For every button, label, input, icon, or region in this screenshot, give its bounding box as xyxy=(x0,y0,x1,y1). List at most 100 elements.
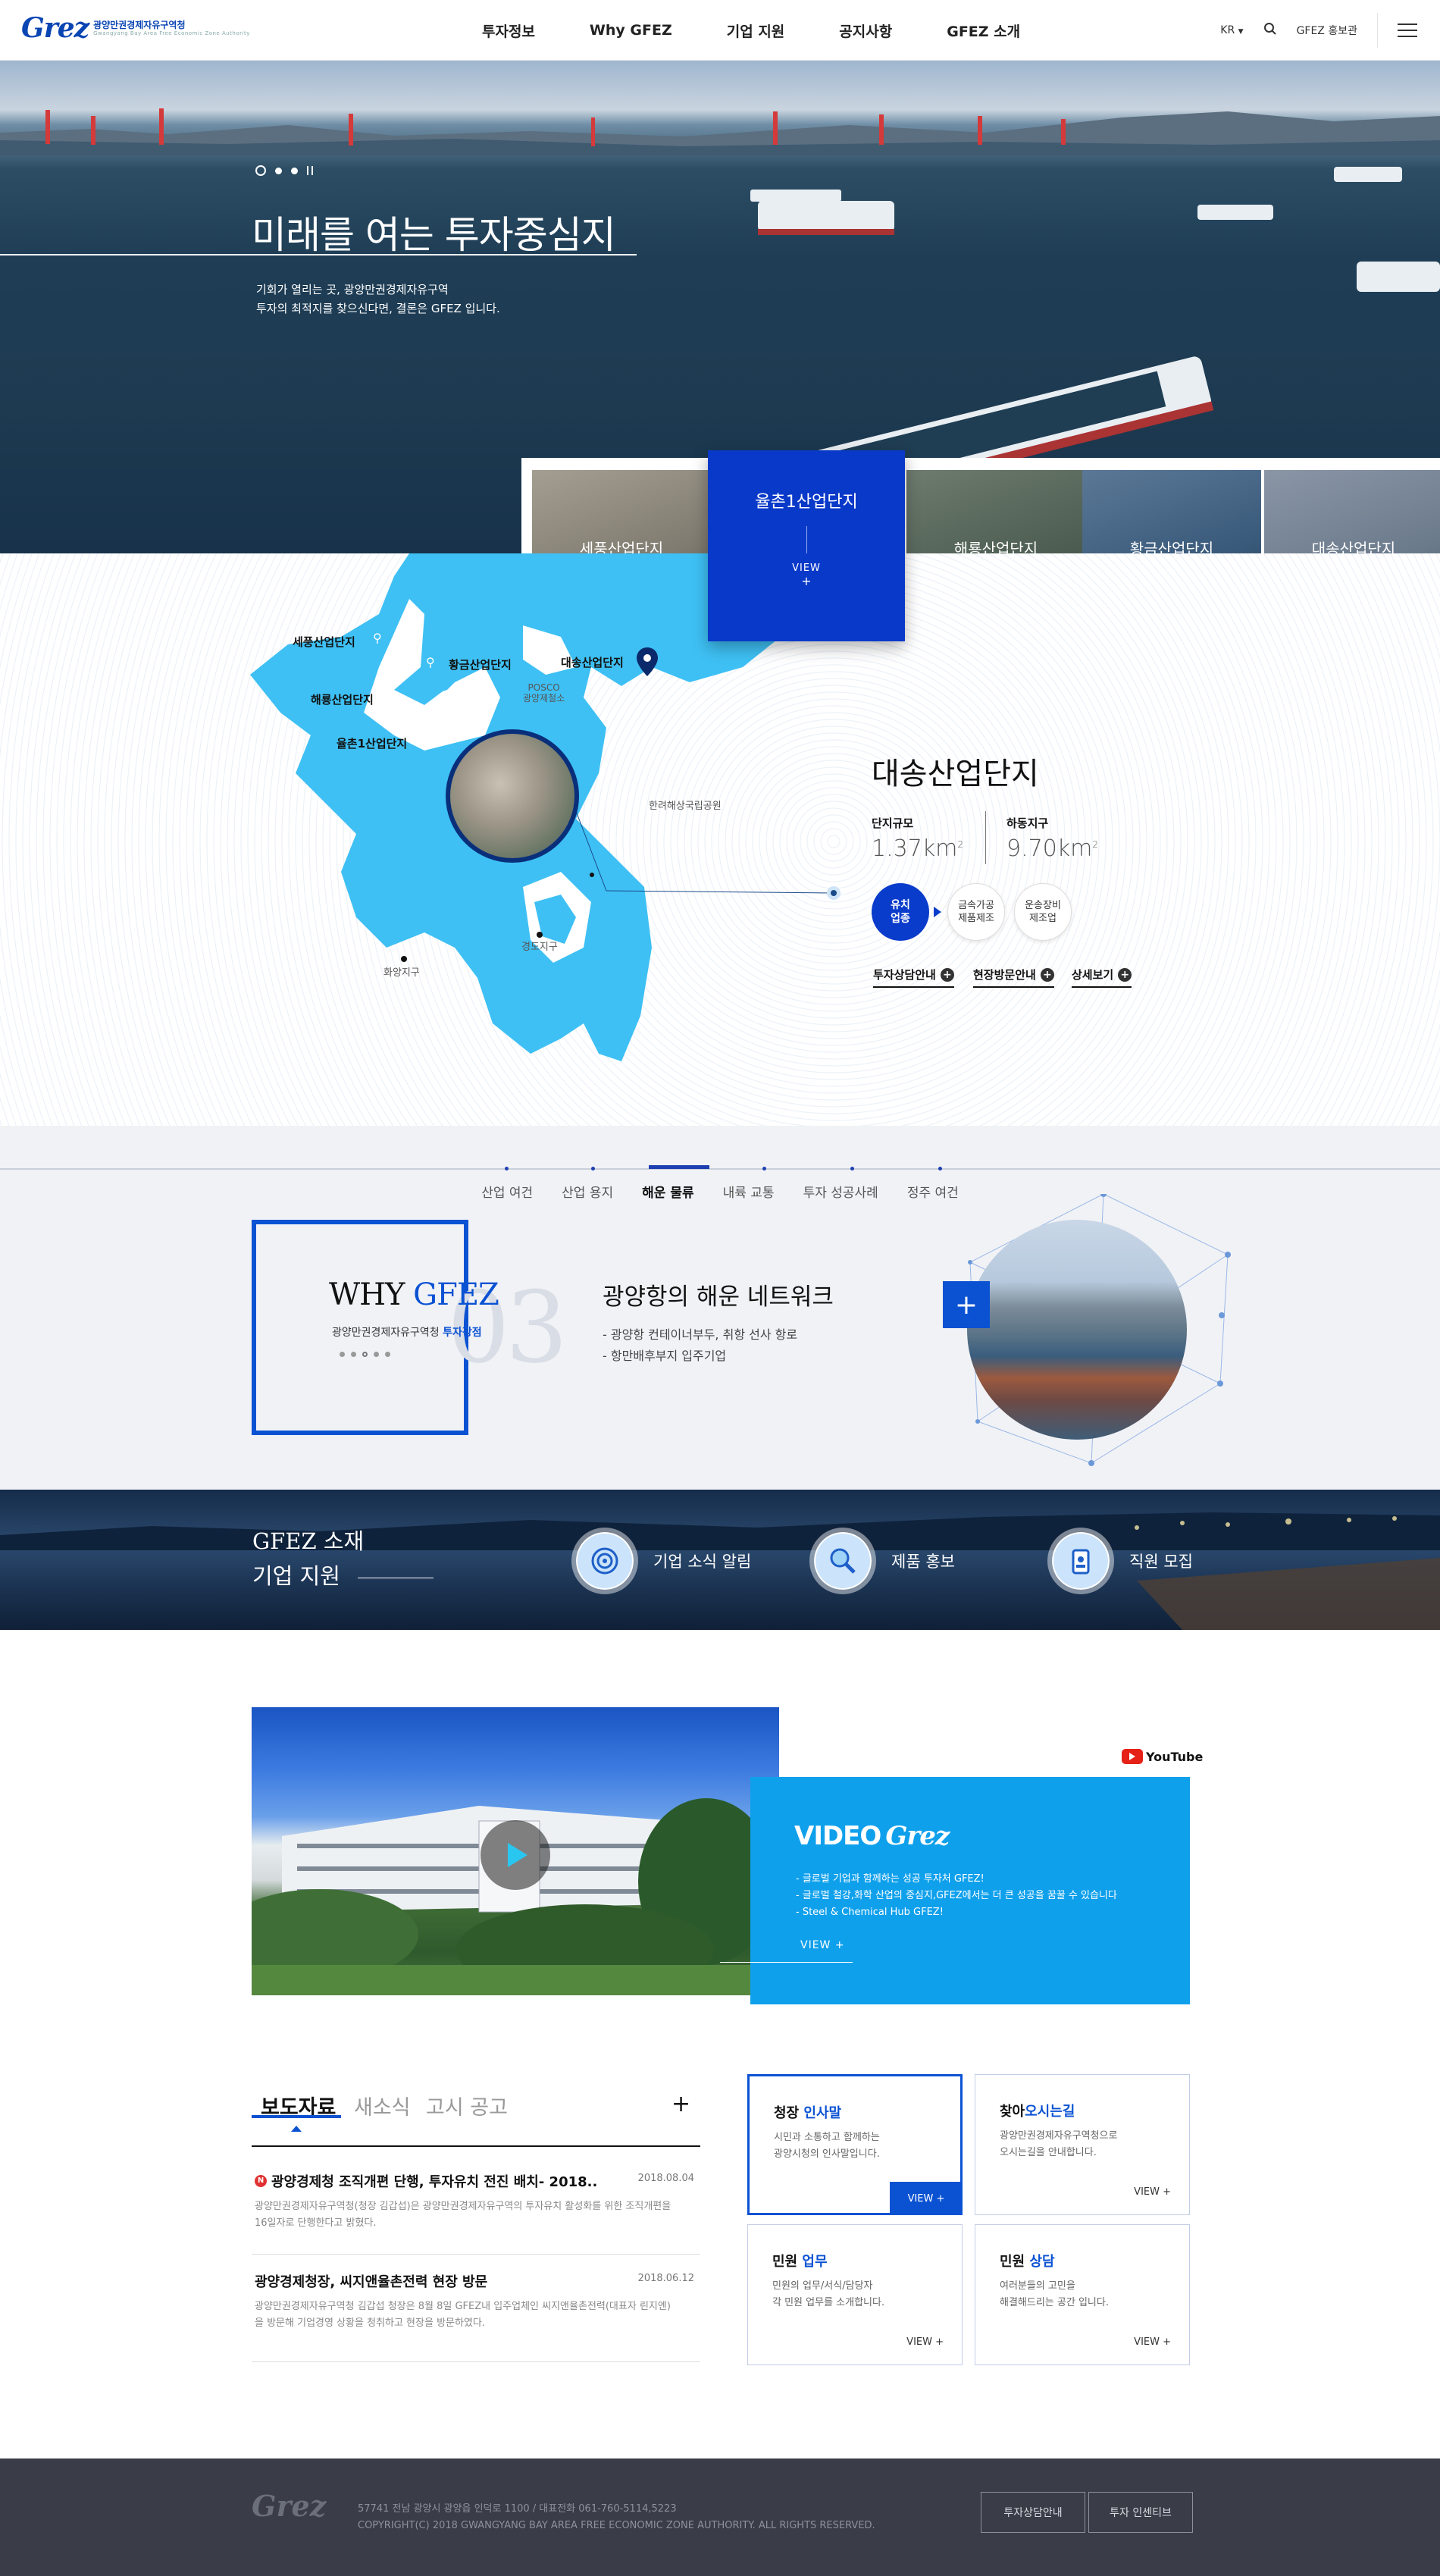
video-desc-line: - 글로벌 철강,화학 산업의 중심지,GFEZ에서는 더 큰 성공을 꿈꿀 수… xyxy=(796,1890,1117,1901)
footer-invest-incentive-button[interactable]: 투자 인센티브 xyxy=(1088,2492,1193,2533)
map-label-gyeongdo: 경도지구 xyxy=(521,942,558,953)
quick-view-link[interactable]: VIEW + xyxy=(906,2336,944,2348)
active-location-pin-icon[interactable] xyxy=(637,647,658,676)
footer-info: 57741 전남 광양시 광양읍 인덕로 1100 / 대표전화 061-760… xyxy=(358,2501,875,2534)
news-more-button[interactable]: + xyxy=(671,2091,690,2117)
video-info-box: VIDEO Grez - 글로벌 기업과 함께하는 성공 투자처 GFEZ! - … xyxy=(750,1777,1190,2004)
company-news-link[interactable]: 기업 소식 알림 xyxy=(571,1528,751,1594)
why-title-a: WHY xyxy=(329,1277,414,1312)
youtube-logo[interactable]: YouTube xyxy=(1122,1749,1203,1764)
why-list-item: - 항만배후부지 입주기업 xyxy=(603,1349,727,1363)
tab-new-news[interactable]: 새소식 xyxy=(354,2091,411,2120)
slider-dot[interactable] xyxy=(291,167,298,174)
quick-view-link[interactable]: VIEW + xyxy=(1134,2336,1171,2348)
hadong-district-label: 하동지구 xyxy=(1006,816,1049,830)
id-badge-icon xyxy=(1047,1528,1114,1594)
slider-dot-active[interactable] xyxy=(255,165,266,176)
quick-view-link[interactable]: VIEW + xyxy=(1134,2186,1171,2198)
plus-icon: + xyxy=(801,574,812,588)
complex-size-number: 1.37km xyxy=(872,835,958,862)
unit-superscript: 2 xyxy=(957,839,964,850)
slider-dot[interactable] xyxy=(351,1352,356,1357)
news-item[interactable]: N 광양경제청 조직개편 단행, 투자유치 전진 배치- 2018.. 2018.… xyxy=(252,2171,700,2255)
news-date: 2018.08.04 xyxy=(637,2173,694,2184)
plus-icon: + xyxy=(940,967,954,982)
tab-industrial-land[interactable]: 산업 용지 xyxy=(547,1182,628,1201)
detail-link[interactable]: 상세보기 + xyxy=(1072,967,1132,988)
quick-box-greeting[interactable]: 청장 인사말 시민과 소통하고 함께하는 광양시청의 인사말입니다. VIEW … xyxy=(747,2074,963,2215)
footer-address: 57741 전남 광양시 광양읍 인덕로 1100 / 대표전화 061-760… xyxy=(358,2503,677,2515)
slider-dot[interactable] xyxy=(340,1352,345,1357)
site-visit-link[interactable]: 현장방문안내 + xyxy=(973,967,1054,988)
footer-invest-consult-button[interactable]: 투자상담안내 xyxy=(981,2492,1085,2533)
quick-box-consultation[interactable]: 민원 상담 여러분들의 고민을 해결해드리는 공간 입니다. VIEW + xyxy=(975,2224,1190,2365)
map-pin-daesong[interactable]: 대송산업단지 xyxy=(561,654,624,670)
news-date: 2018.06.12 xyxy=(637,2273,694,2284)
quick-title-b: 오시는길 xyxy=(1025,2104,1075,2120)
why-sub-b: 투자강점 xyxy=(443,1327,482,1339)
arrow-right-icon xyxy=(934,907,941,917)
map-pin-sepung[interactable]: 세풍산업단지 xyxy=(293,634,355,650)
quick-title-b: 인사말 xyxy=(803,2105,842,2121)
news-item[interactable]: 광양경제청장, 씨지앤율촌전력 현장 방문 2018.06.12 광양만권경제자… xyxy=(252,2271,700,2362)
quick-box-title: 민원 상담 xyxy=(1000,2251,1055,2270)
map-pin-yulchon[interactable]: 율촌1산업단지 xyxy=(337,735,407,751)
invest-consult-link[interactable]: 투자상담안내 + xyxy=(873,967,954,988)
nav-why-gfez[interactable]: Why GFEZ xyxy=(590,22,672,39)
nav-about-gfez[interactable]: GFEZ 소개 xyxy=(947,20,1020,41)
quick-view-button[interactable]: VIEW + xyxy=(890,2182,963,2215)
menu-icon[interactable] xyxy=(1398,24,1417,37)
search-icon[interactable] xyxy=(1263,22,1277,39)
tab-industry-conditions[interactable]: 산업 여건 xyxy=(467,1182,547,1201)
video-divider xyxy=(720,1962,853,1963)
map-pin-haeryong[interactable]: 해룡산업단지 xyxy=(311,691,374,707)
pause-icon[interactable] xyxy=(307,166,313,175)
nav-notice[interactable]: 공지사항 xyxy=(839,20,892,41)
nav-invest-info[interactable]: 투자정보 xyxy=(482,20,535,41)
complex-card-yulchon[interactable]: 율촌1산업단지 VIEW + xyxy=(708,450,905,641)
unit-superscript: 2 xyxy=(1092,839,1099,850)
tab-public-notice[interactable]: 고시 공고 xyxy=(426,2091,508,2120)
map-pin-hwanggeum[interactable]: 황금산업단지 xyxy=(449,657,512,672)
map-label-posco: POSCO 광양제철소 xyxy=(523,682,565,704)
plus-icon: + xyxy=(1040,967,1054,982)
hero-slider-dots xyxy=(255,165,313,176)
language-select[interactable]: KR ▼ xyxy=(1220,24,1243,36)
quick-box-directions[interactable]: 찾아오시는길 광양만권경제자유구역청으로 오시는길을 안내합니다. VIEW + xyxy=(975,2074,1190,2215)
support-title-line2: 기업 지원 xyxy=(252,1563,340,1589)
main-nav: 투자정보 Why GFEZ 기업 지원 공지사항 GFEZ 소개 xyxy=(455,0,1047,61)
complex-size-label: 단지규모 xyxy=(872,816,914,830)
slider-dot[interactable] xyxy=(374,1352,379,1357)
tab-shipping-logistics[interactable]: 해운 물류 xyxy=(628,1182,708,1201)
support-item-label: 제품 홍보 xyxy=(891,1553,955,1571)
quick-box-civil-service[interactable]: 민원 업무 민원의 업무/서식/담당자 각 민원 업무를 소개합니다. VIEW… xyxy=(747,2224,963,2365)
tab-inland-transport[interactable]: 내륙 교통 xyxy=(709,1182,789,1201)
complex-view-label: VIEW xyxy=(792,563,821,574)
slider-dot[interactable] xyxy=(275,167,282,174)
industry-badge: 금속가공 제품제조 xyxy=(947,883,1005,941)
why-gfez-subtitle: 광양만권경제자유구역청 투자강점 xyxy=(332,1324,482,1340)
why-list: - 광양항 컨테이너부두, 취항 선사 항로 - 항만배후부지 입주기업 xyxy=(603,1324,797,1367)
video-description: - 글로벌 기업과 함께하는 성공 투자처 GFEZ! - 글로벌 철강,화학 … xyxy=(796,1871,1117,1921)
slider-dot[interactable] xyxy=(385,1352,390,1357)
site-logo[interactable]: Grez 광양만권경제자유구역청 Gwangyang Bay Area Free… xyxy=(21,12,250,44)
plus-button[interactable]: + xyxy=(943,1281,990,1328)
language-label: KR xyxy=(1220,24,1235,36)
slider-dot-active[interactable] xyxy=(362,1352,368,1357)
new-badge-icon: N xyxy=(255,2175,267,2187)
recruitment-link[interactable]: 직원 모집 xyxy=(1047,1528,1193,1594)
play-button[interactable] xyxy=(481,1820,550,1890)
product-promotion-link[interactable]: 제품 홍보 xyxy=(809,1528,955,1594)
plus-icon: + xyxy=(1118,967,1132,982)
tab-success-cases[interactable]: 투자 성공사례 xyxy=(789,1182,893,1201)
video-view-link[interactable]: VIEW + xyxy=(800,1939,845,1951)
pr-hall-link[interactable]: GFEZ 홍보관 xyxy=(1297,23,1357,38)
logo-org-en: Gwangyang Bay Area Free Economic Zone Au… xyxy=(93,30,250,36)
link-label: 투자상담안내 xyxy=(873,968,936,982)
frame-gap xyxy=(468,1220,484,1265)
quick-box-title: 민원 업무 xyxy=(772,2251,828,2270)
quick-title-b: 상담 xyxy=(1029,2254,1055,2270)
location-pin-icon: ⚲ xyxy=(426,655,435,669)
news-summary: 광양만권경제자유구역청(청장 김갑섭)은 광양만권경제자유구역의 투자유치 활성… xyxy=(255,2201,671,2229)
nav-business-support[interactable]: 기업 지원 xyxy=(727,20,785,41)
